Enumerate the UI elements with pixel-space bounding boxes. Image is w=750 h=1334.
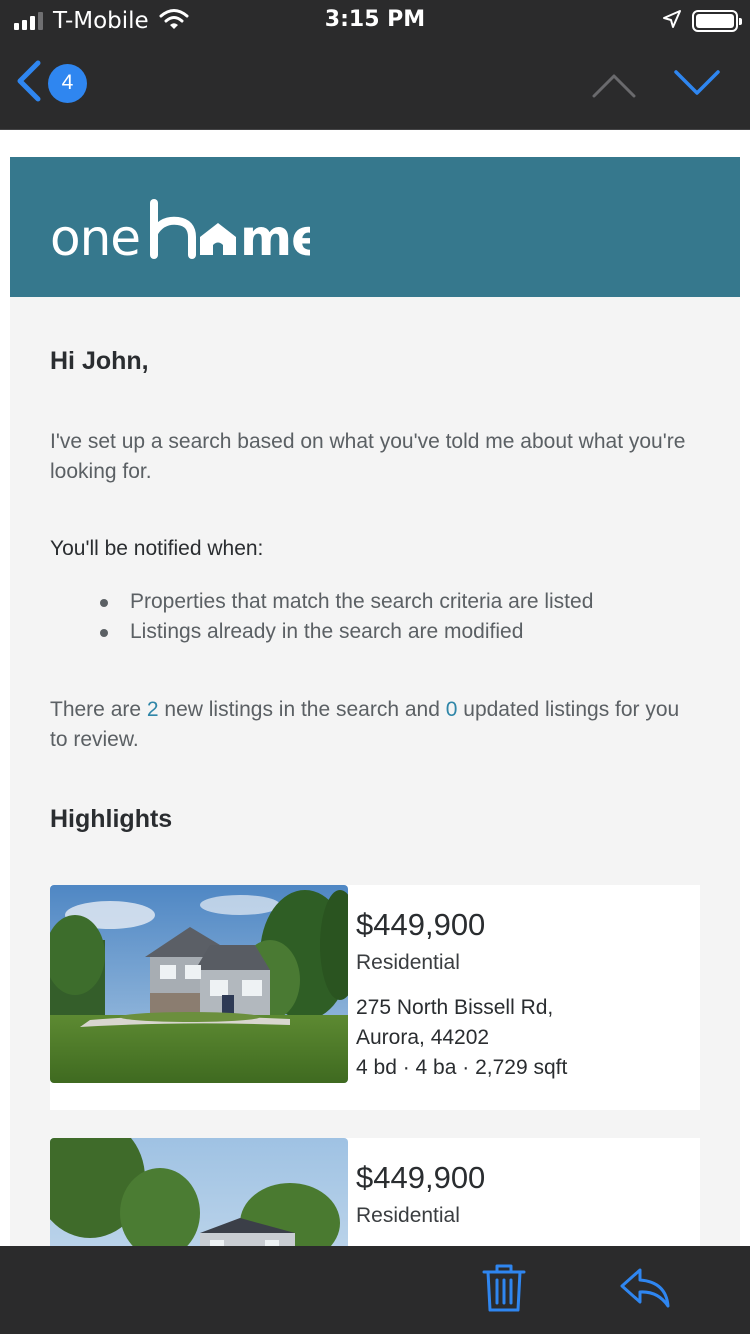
chevron-left-icon — [14, 59, 42, 108]
back-button[interactable]: 4 — [14, 58, 100, 108]
status-bar: T-Mobile 3:15 PM — [0, 0, 750, 40]
summary-prefix: There are — [50, 698, 147, 721]
notify-title: You'll be notified when: — [50, 537, 264, 560]
greeting: Hi John, — [50, 347, 149, 375]
notify-list: Properties that match the search criteri… — [100, 587, 593, 647]
listing-info: $449,900 Residential — [356, 1160, 696, 1246]
next-message-button[interactable] — [672, 64, 722, 100]
svg-text:one: one — [50, 209, 140, 267]
list-item: Properties that match the search criteri… — [100, 587, 593, 617]
listings-summary: There are 2 new listings in the search a… — [50, 695, 700, 755]
status-right — [662, 8, 742, 34]
listing-type: Residential — [356, 1204, 460, 1227]
chevron-down-icon — [672, 70, 722, 104]
listing-info: $449,900 Residential 275 North Bissell R… — [356, 907, 696, 1083]
unread-count-badge: 4 — [48, 63, 87, 103]
trash-button[interactable] — [480, 1262, 528, 1314]
intro-text: I've set up a search based on what you'v… — [50, 430, 686, 483]
listing-price: $449,900 — [356, 907, 486, 942]
brand-header: one me — [10, 157, 740, 297]
location-arrow-icon — [662, 9, 682, 33]
status-time: 3:15 PM — [324, 7, 426, 32]
listing-address-line1: 275 North Bissell Rd, — [356, 996, 554, 1019]
reply-icon — [618, 1268, 672, 1314]
listing-photo[interactable] — [50, 885, 348, 1083]
listing-specs: 4 bd · 4 ba · 2,729 sqft — [356, 1056, 568, 1079]
previous-message-button[interactable] — [590, 68, 638, 102]
battery-icon — [692, 10, 742, 32]
listing-price: $449,900 — [356, 1160, 486, 1195]
list-item: Listings already in the search are modif… — [100, 617, 593, 647]
listing-address-line2: Aurora, 44202 — [356, 1026, 490, 1049]
listing-card[interactable]: $449,900 Residential — [50, 1138, 700, 1246]
trash-icon — [480, 1264, 528, 1318]
mail-nav-bar: 4 — [0, 40, 750, 130]
onehome-logo: one me — [50, 199, 310, 267]
new-listings-count[interactable]: 2 — [147, 698, 159, 721]
email-body: one me Hi John, I've set up a search bas… — [10, 157, 740, 1246]
highlights-title: Highlights — [50, 805, 173, 833]
svg-text:me: me — [240, 209, 310, 267]
listing-type: Residential — [356, 951, 460, 974]
reply-button[interactable] — [618, 1266, 672, 1310]
listing-card[interactable]: $449,900 Residential 275 North Bissell R… — [50, 885, 700, 1110]
listing-photo[interactable] — [50, 1138, 348, 1246]
bottom-toolbar — [0, 1246, 750, 1334]
message-content[interactable]: one me Hi John, I've set up a search bas… — [0, 131, 750, 1246]
chevron-up-icon — [590, 74, 638, 106]
updated-listings-count[interactable]: 0 — [446, 698, 458, 721]
summary-middle: new listings in the search and — [158, 698, 446, 721]
